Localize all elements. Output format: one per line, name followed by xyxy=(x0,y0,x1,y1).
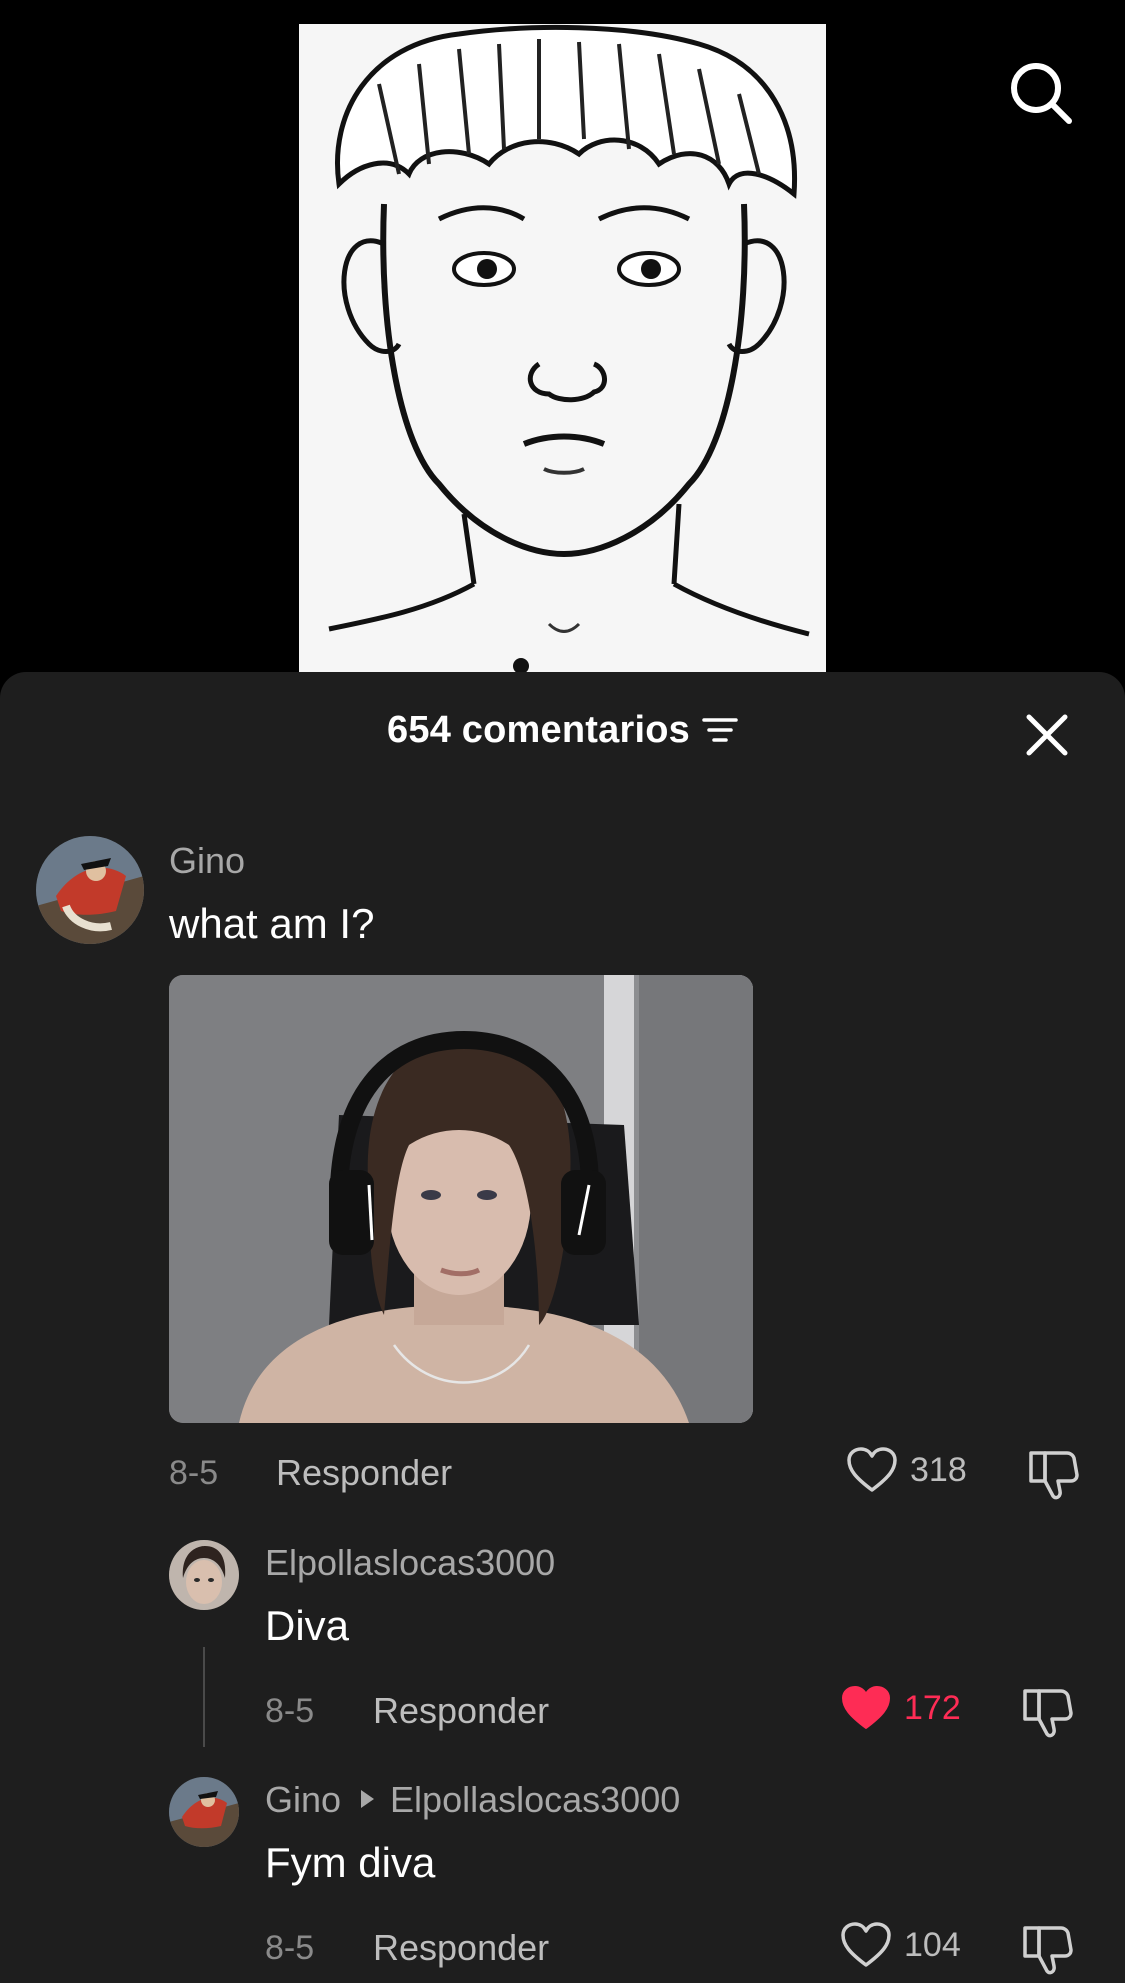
thumbs-down-icon xyxy=(1023,1926,1073,1975)
avatar[interactable] xyxy=(36,836,144,944)
dislike-button[interactable] xyxy=(1020,1686,1074,1740)
reply-username[interactable]: Elpollaslocas3000 xyxy=(265,1542,555,1584)
comment-username[interactable]: Gino xyxy=(169,840,245,882)
sketch-face-image xyxy=(299,24,826,672)
like-button[interactable]: 104 xyxy=(840,1921,961,1969)
search-button[interactable] xyxy=(1006,58,1076,128)
comment-date: 8-5 xyxy=(169,1454,219,1492)
app-screen: 654 comentarios Gino what am I? 8-5 Resp… xyxy=(0,0,1125,1983)
comment-text: what am I? xyxy=(169,900,375,947)
filter-icon[interactable] xyxy=(702,715,738,745)
avatar[interactable] xyxy=(169,1777,239,1847)
like-count: 318 xyxy=(910,1450,967,1489)
heart-outline-icon xyxy=(841,1922,891,1967)
reply-date: 8-5 xyxy=(265,1692,315,1730)
like-count: 172 xyxy=(904,1688,961,1727)
thread-line xyxy=(203,1647,205,1747)
comment-attached-image[interactable] xyxy=(169,975,753,1423)
reply-button[interactable]: Responder xyxy=(276,1452,452,1494)
video-player[interactable] xyxy=(299,24,826,672)
like-button[interactable]: 318 xyxy=(846,1446,967,1494)
webcam-photo xyxy=(169,975,753,1423)
reply-button[interactable]: Responder xyxy=(373,1690,549,1732)
comments-header: 654 comentarios xyxy=(0,672,1125,792)
search-icon xyxy=(1011,63,1072,124)
dislike-button[interactable] xyxy=(1020,1923,1074,1977)
dislike-button[interactable] xyxy=(1026,1448,1080,1502)
like-count: 104 xyxy=(904,1925,961,1964)
close-icon xyxy=(1026,714,1068,756)
reply-username: Gino Elpollaslocas3000 xyxy=(265,1779,680,1821)
reply-text: Diva xyxy=(265,1602,350,1649)
napoleon-avatar-image xyxy=(36,836,144,944)
reply-arrow-icon xyxy=(361,1790,375,1809)
like-button[interactable]: 172 xyxy=(840,1684,961,1732)
reply-target[interactable]: Elpollaslocas3000 xyxy=(390,1779,680,1820)
avatar[interactable] xyxy=(169,1540,239,1610)
heart-outline-icon xyxy=(847,1447,897,1492)
napoleon-avatar-image xyxy=(169,1777,239,1847)
reply-button[interactable]: Responder xyxy=(373,1927,549,1969)
thumbs-down-icon xyxy=(1029,1451,1079,1500)
reply-author[interactable]: Gino xyxy=(265,1779,341,1820)
comments-sheet: 654 comentarios Gino what am I? 8-5 Resp… xyxy=(0,672,1125,1983)
reply-date: 8-5 xyxy=(265,1929,315,1967)
thumbs-down-icon xyxy=(1023,1689,1073,1738)
comment-count: 654 comentarios xyxy=(387,708,690,751)
heart-filled-icon xyxy=(842,1686,890,1729)
reply-text: Fym diva xyxy=(265,1839,436,1886)
close-button[interactable] xyxy=(1020,708,1074,762)
comment-count-sort[interactable]: 654 comentarios xyxy=(387,709,738,752)
user-photo-avatar xyxy=(169,1540,239,1610)
